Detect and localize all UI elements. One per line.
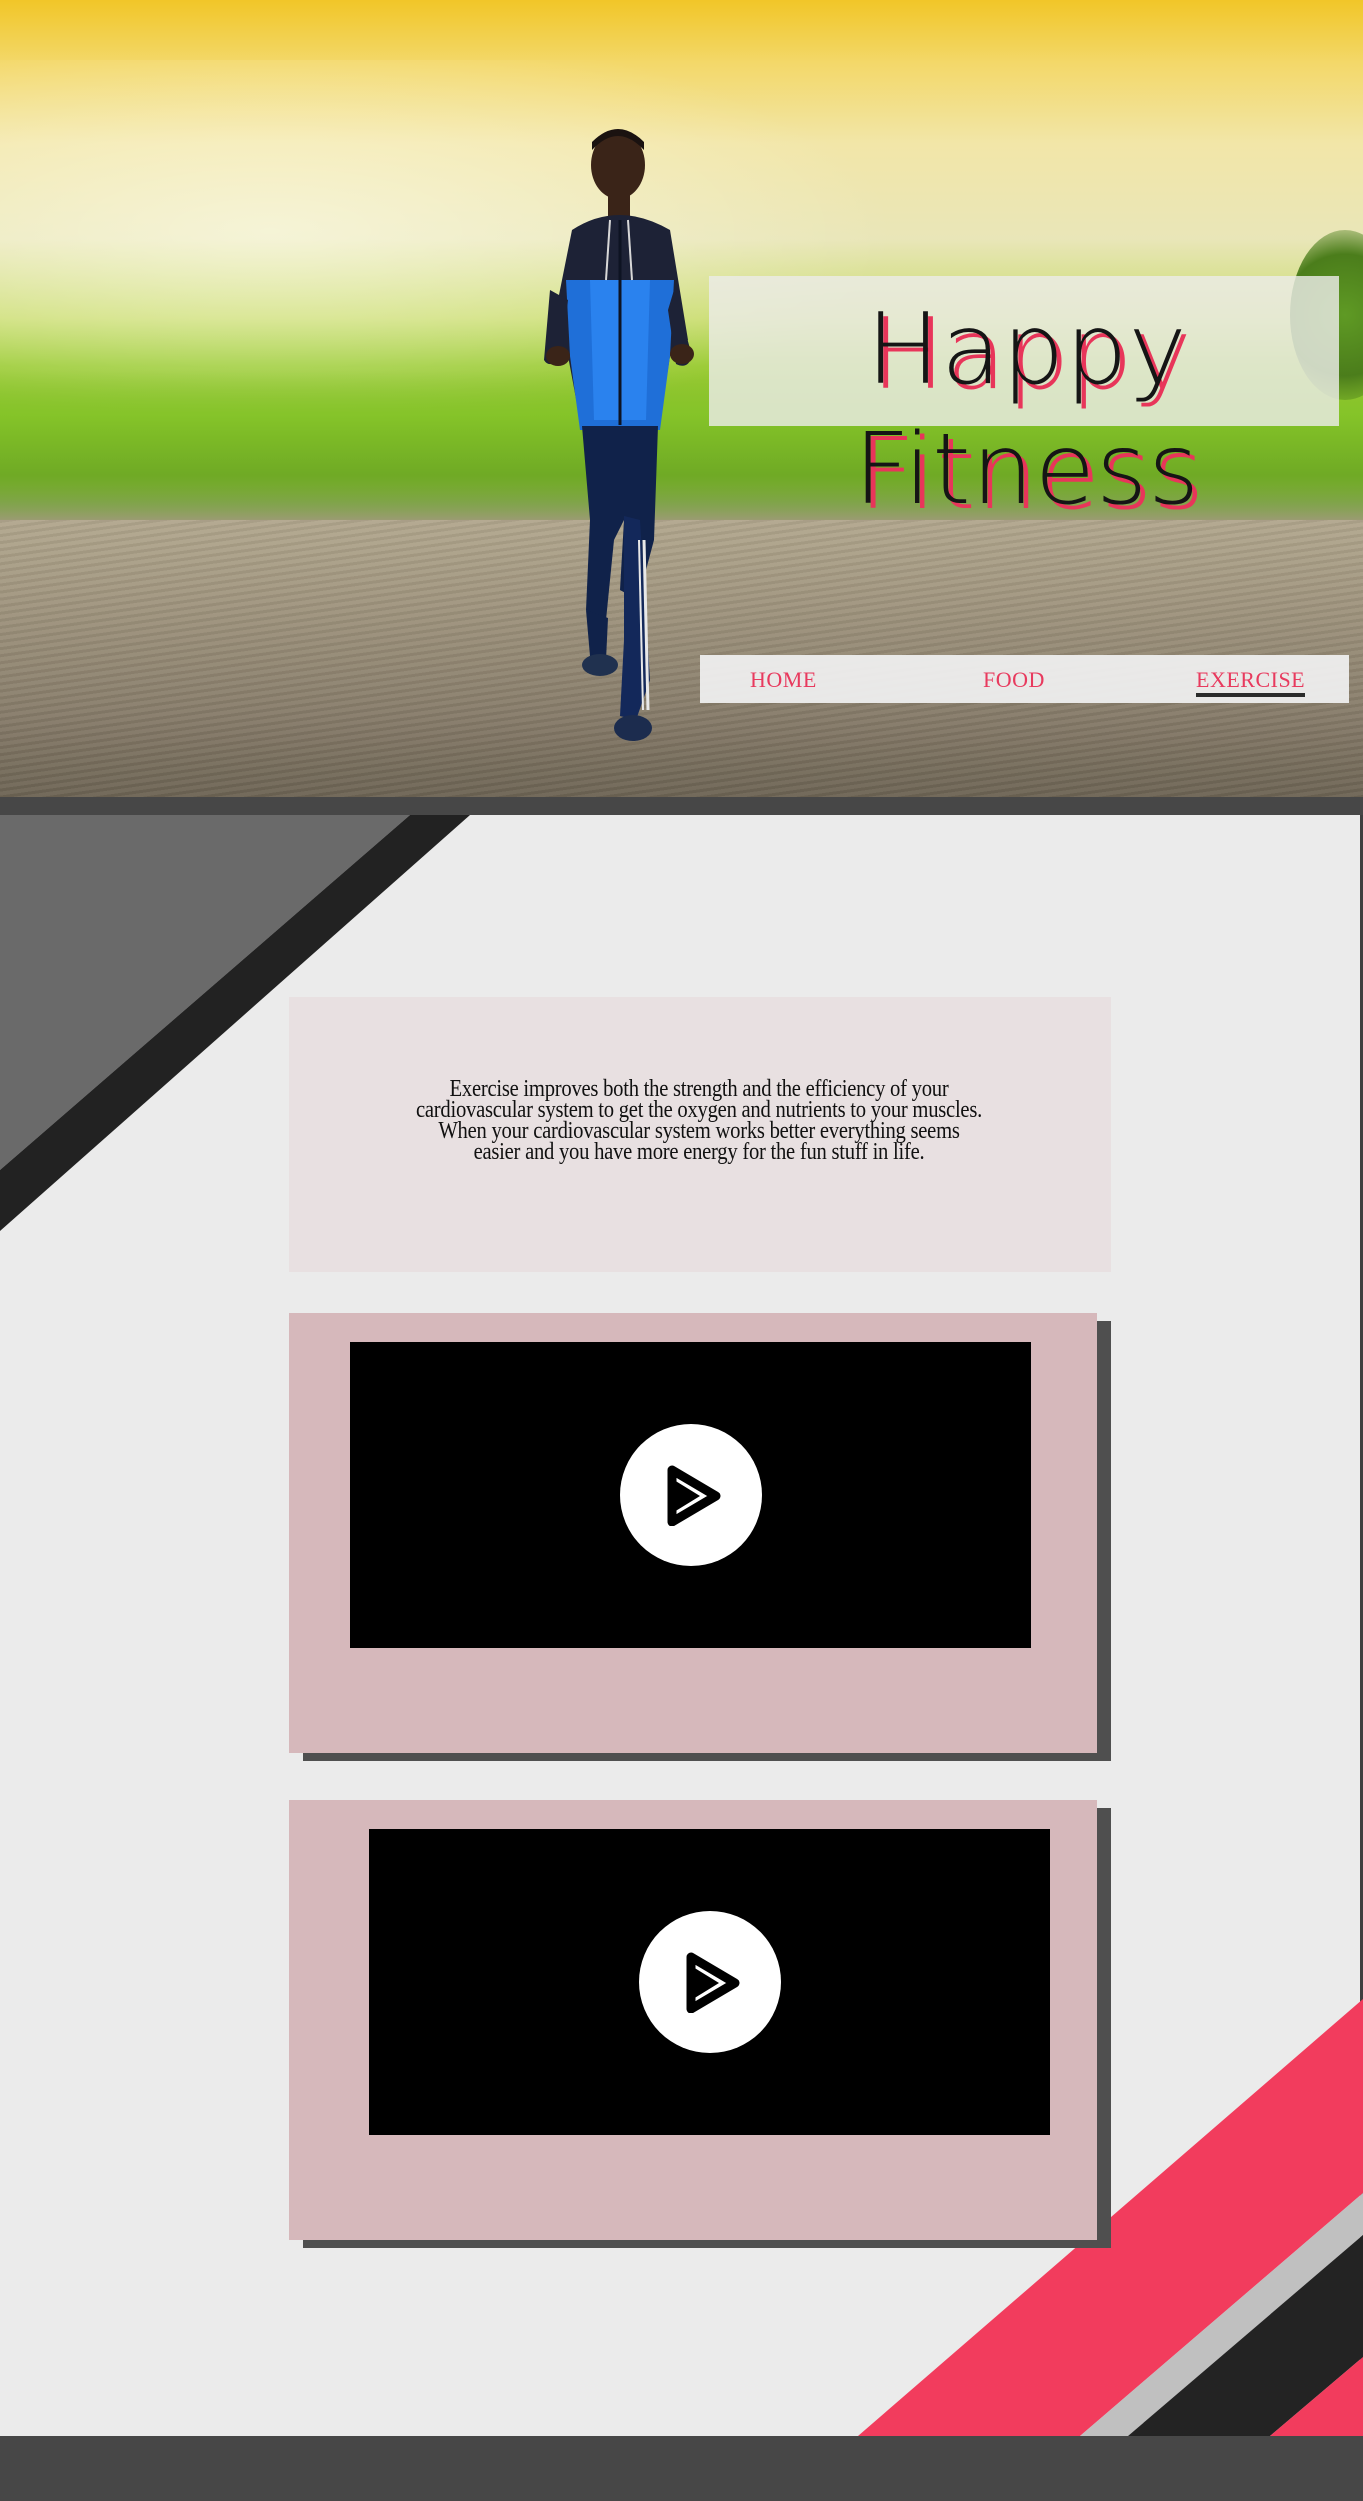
top-divider-band [0, 797, 1363, 815]
play-icon [667, 1465, 720, 1526]
video-card [289, 1800, 1097, 2240]
play-icon [686, 1952, 739, 2013]
site-title: Happy Fitness [853, 293, 1201, 527]
main-nav: HOME FOOD EXERCISE [700, 655, 1349, 703]
video-card [289, 1313, 1097, 1753]
nav-item-exercise[interactable]: EXERCISE [1196, 667, 1306, 697]
hero-banner: Happy Fitness HOME FOOD EXERCISE [0, 0, 1363, 797]
play-button[interactable] [619, 1424, 762, 1566]
intro-panel: Exercise improves both the strength and … [289, 997, 1111, 1272]
footer-band [0, 2436, 1363, 2501]
play-button[interactable] [638, 1911, 781, 2053]
video-player[interactable] [350, 1342, 1031, 1648]
intro-text: Exercise improves both the strength and … [415, 1076, 983, 1165]
nav-item-food[interactable]: FOOD [983, 667, 1045, 693]
runner-image [544, 129, 694, 741]
site-title-box: Happy Fitness [709, 276, 1339, 527]
video-player[interactable] [369, 1829, 1050, 2135]
nav-item-home[interactable]: HOME [750, 667, 817, 693]
